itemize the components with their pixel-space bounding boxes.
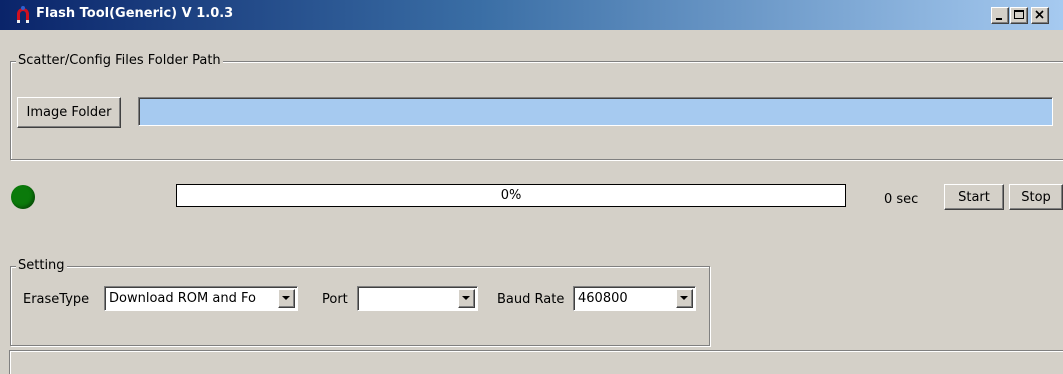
folder-path-field[interactable] <box>138 97 1053 126</box>
window-title: Flash Tool(Generic) V 1.0.3 <box>36 6 234 21</box>
port-label: Port <box>322 292 348 307</box>
erase-type-dropdown-button[interactable] <box>278 289 295 308</box>
port-select[interactable] <box>357 286 478 311</box>
stop-button[interactable]: Stop <box>1009 184 1063 210</box>
port-dropdown-button[interactable] <box>458 289 475 308</box>
close-button[interactable] <box>1031 7 1049 24</box>
chevron-down-icon <box>462 296 470 300</box>
baud-rate-label: Baud Rate <box>497 292 565 307</box>
minimize-button[interactable] <box>991 7 1009 24</box>
connection-status-indicator <box>11 185 35 209</box>
chevron-down-icon <box>680 296 688 300</box>
image-folder-button[interactable]: Image Folder <box>17 97 121 128</box>
maximize-icon <box>1014 10 1024 19</box>
progress-percent-text: 0% <box>500 188 522 203</box>
erase-type-select[interactable]: Download ROM and Fo <box>104 286 298 311</box>
title-bar[interactable]: Flash Tool(Generic) V 1.0.3 <box>0 0 1063 30</box>
setting-group-label: Setting <box>16 258 67 273</box>
flash-tool-window: Flash Tool(Generic) V 1.0.3 Scatter/Conf… <box>0 0 1063 374</box>
chevron-down-icon <box>282 296 290 300</box>
download-progress-bar: 0% <box>176 184 846 207</box>
flash-tool-app-icon <box>17 6 29 23</box>
baud-rate-dropdown-button[interactable] <box>676 289 693 308</box>
start-button[interactable]: Start <box>944 184 1004 210</box>
baud-rate-value: 460800 <box>578 291 628 306</box>
erase-type-value: Download ROM and Fo <box>109 291 256 306</box>
erase-type-label: EraseType <box>23 292 90 307</box>
minimize-icon <box>996 18 1002 20</box>
maximize-button[interactable] <box>1010 7 1028 24</box>
status-bar <box>9 350 1063 374</box>
elapsed-time: 0 sec <box>884 192 919 207</box>
folder-path-group-label: Scatter/Config Files Folder Path <box>16 53 223 68</box>
baud-rate-select[interactable]: 460800 <box>573 286 696 311</box>
close-icon <box>1035 10 1044 19</box>
